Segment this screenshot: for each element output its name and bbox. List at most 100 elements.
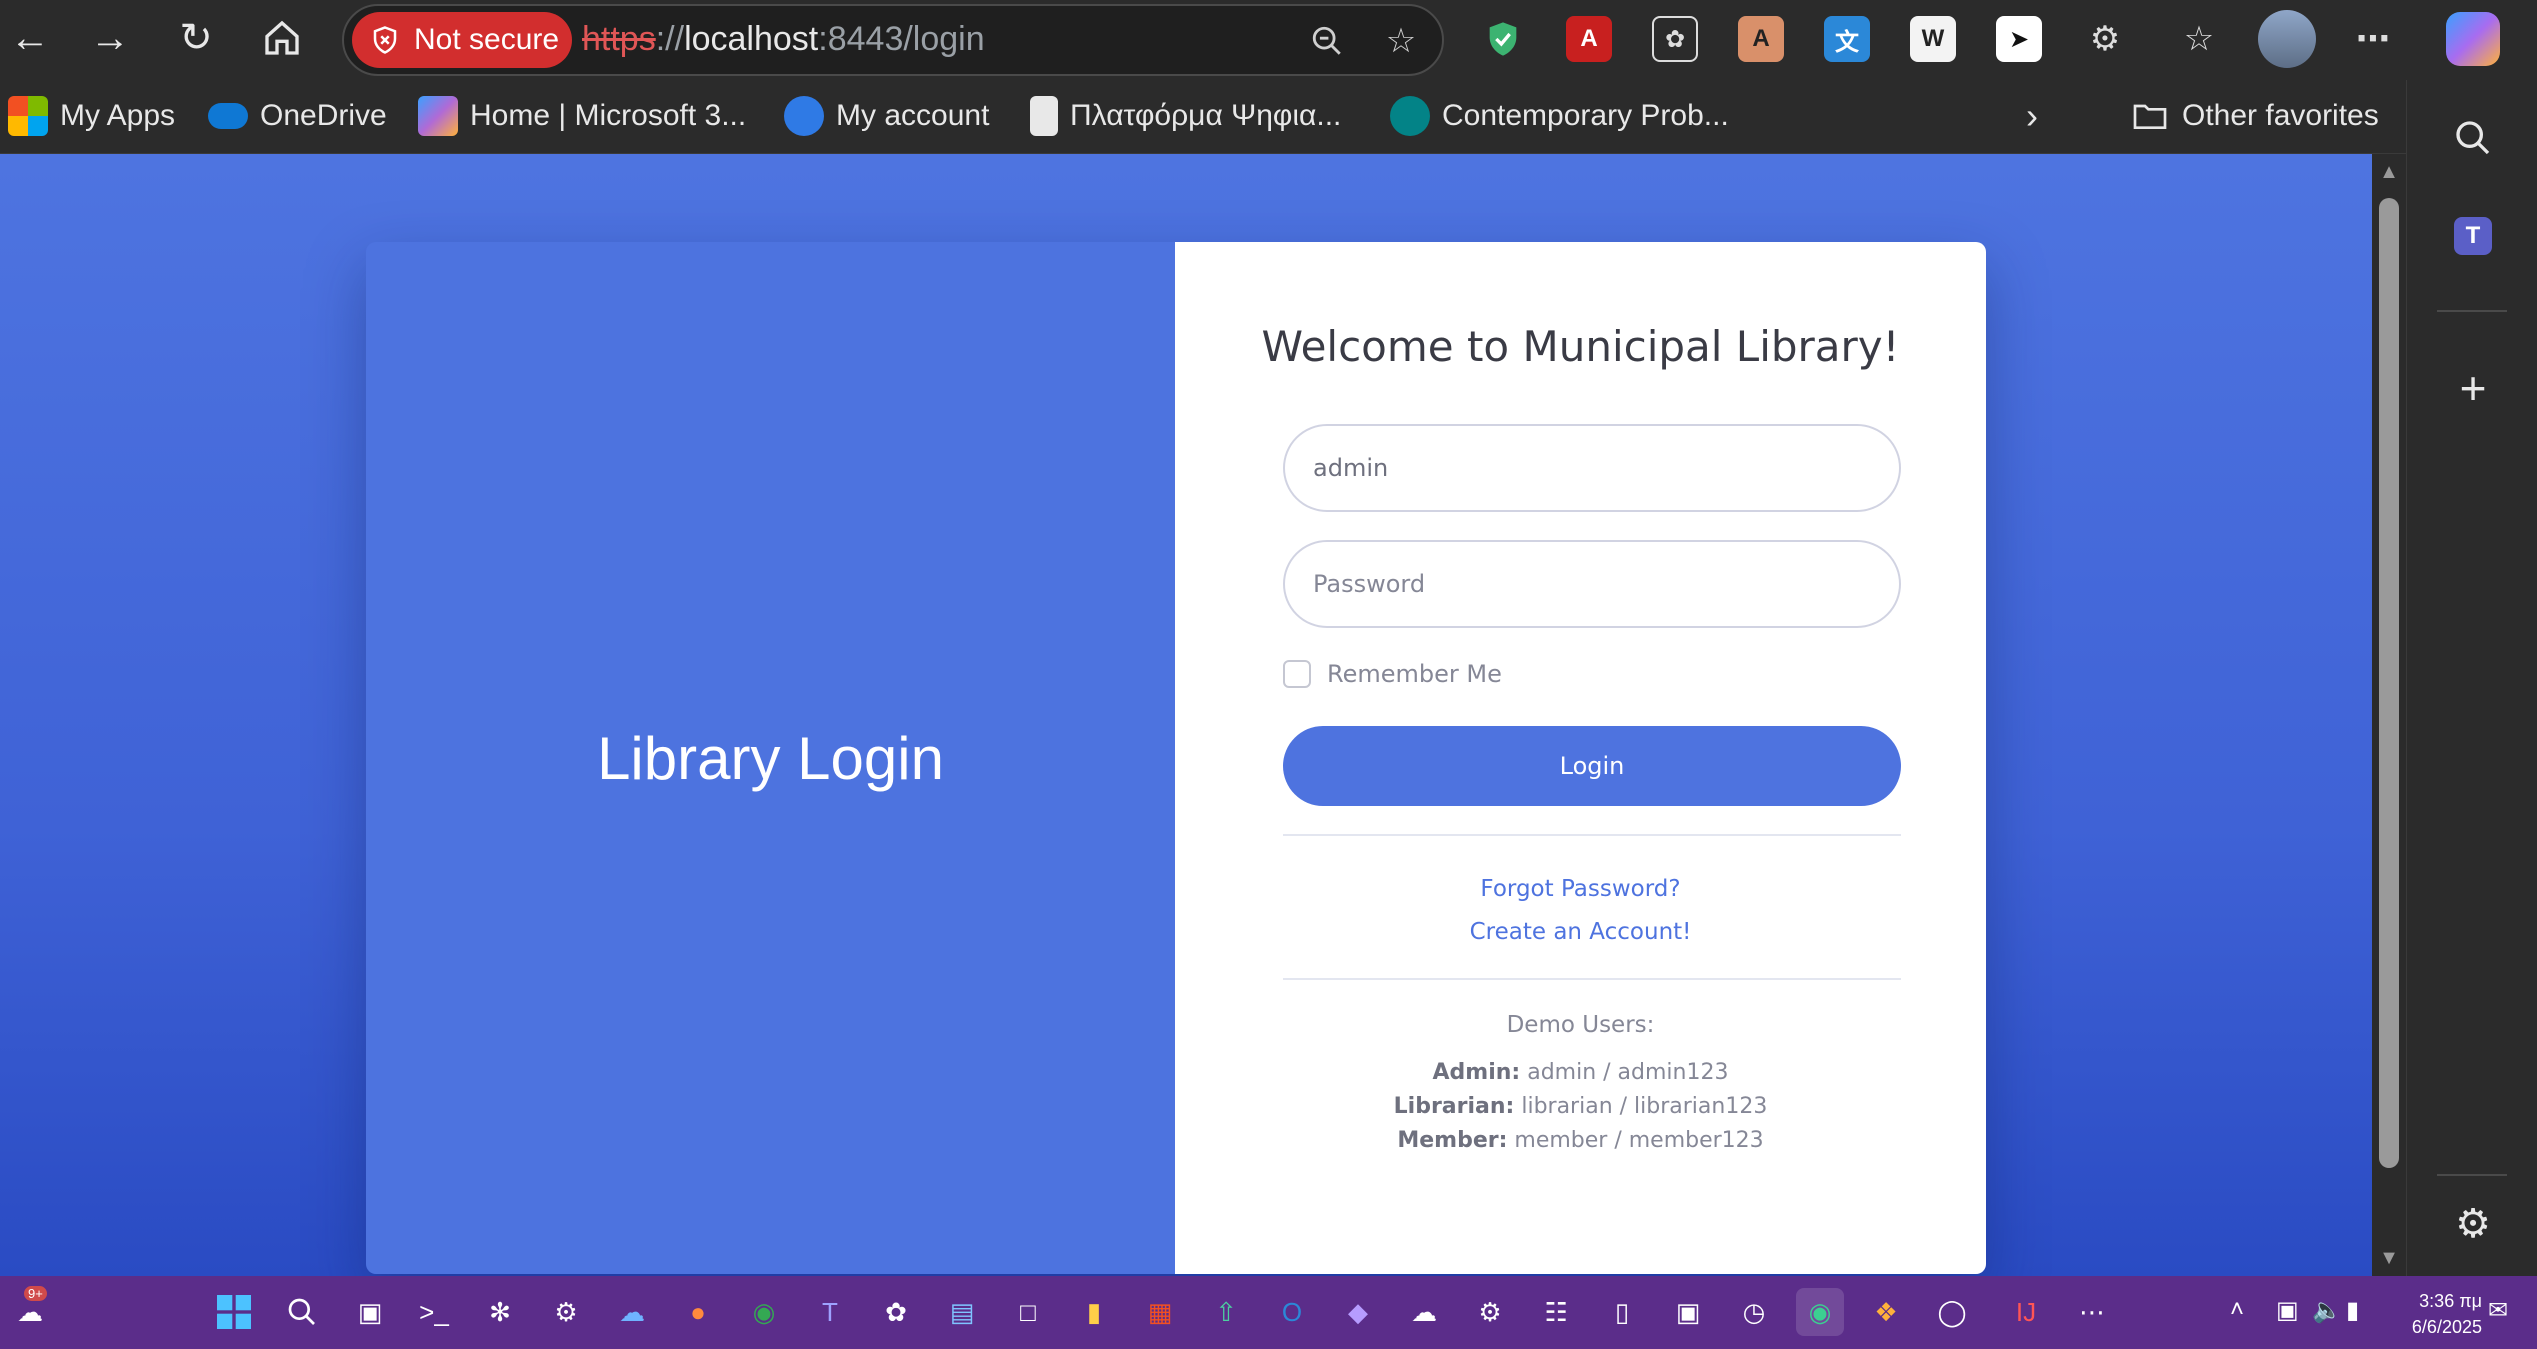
password-input[interactable] bbox=[1283, 540, 1901, 628]
system-clock[interactable]: 3:36 πμ 6/6/2025 bbox=[2382, 1288, 2482, 1340]
taskbar: ☁ 9+ ▣ >_ ✻ ⚙ ☁ ● ◉ T ✿ ▤ □ ▮ ▦ ⇧ O ◆ ☁ … bbox=[0, 1276, 2537, 1349]
add-icon[interactable]: + bbox=[2445, 360, 2501, 416]
battery-icon[interactable]: ▮ bbox=[2346, 1296, 2359, 1325]
demo-users-heading: Demo Users: bbox=[1506, 1012, 1655, 1038]
refresh-icon[interactable]: ↻ bbox=[166, 8, 226, 68]
demo-user-admin: Admin: admin / admin123 bbox=[1432, 1060, 1729, 1085]
word-extension-icon[interactable]: W bbox=[1910, 16, 1956, 62]
m365-icon[interactable]: ❖ bbox=[1862, 1288, 1910, 1336]
profile-avatar[interactable] bbox=[2258, 10, 2316, 68]
forgot-password-link[interactable]: Forgot Password? bbox=[1175, 876, 1986, 902]
forward-icon[interactable]: → bbox=[80, 8, 140, 68]
scroll-up-icon[interactable]: ▲ bbox=[2377, 160, 2401, 184]
not-secure-badge[interactable]: Not secure bbox=[352, 12, 572, 68]
scrollbar-thumb[interactable] bbox=[2379, 198, 2399, 1168]
create-account-link[interactable]: Create an Account! bbox=[1175, 919, 1986, 945]
teams-icon[interactable]: T bbox=[806, 1288, 854, 1336]
task-view-icon[interactable]: ▣ bbox=[346, 1288, 394, 1336]
login-button[interactable]: Login bbox=[1283, 726, 1901, 806]
file-explorer-icon[interactable]: ▮ bbox=[1070, 1288, 1118, 1336]
home-icon[interactable] bbox=[252, 8, 312, 68]
start-windows-icon[interactable] bbox=[210, 1288, 258, 1336]
send-extension-icon[interactable]: ➤ bbox=[1996, 16, 2042, 62]
network-icon[interactable]: ▣ bbox=[2276, 1296, 2299, 1325]
edge-browser-icon[interactable]: ◉ bbox=[1796, 1288, 1844, 1336]
platform-icon bbox=[1030, 96, 1058, 136]
remember-me[interactable]: Remember Me bbox=[1283, 660, 1502, 688]
favorite-item-my-apps[interactable]: My Apps bbox=[8, 90, 175, 142]
chevron-right-icon[interactable]: › bbox=[2026, 90, 2038, 142]
chatgpt-extension-icon[interactable]: ✿ bbox=[1652, 16, 1698, 62]
page-scrollbar[interactable]: ▲ ▼ bbox=[2372, 154, 2406, 1276]
intellij-icon[interactable]: IJ bbox=[2002, 1288, 2050, 1336]
volume-icon[interactable]: 🔈 bbox=[2312, 1296, 2342, 1325]
chrome-icon[interactable]: ◉ bbox=[740, 1288, 788, 1336]
cloud-icon[interactable]: ☁ bbox=[1400, 1288, 1448, 1336]
text-extension-icon[interactable]: A bbox=[1738, 16, 1784, 62]
scroll-down-icon[interactable]: ▼ bbox=[2377, 1246, 2401, 1270]
window-icon[interactable]: □ bbox=[1004, 1288, 1052, 1336]
demo-user-librarian: Librarian: librarian / librarian123 bbox=[1393, 1094, 1768, 1119]
microsoft365-icon bbox=[418, 96, 458, 136]
pdf-extension-icon[interactable]: A bbox=[1566, 16, 1612, 62]
more-menu-icon[interactable]: ⋯ bbox=[2350, 16, 2396, 62]
app-icon[interactable]: ◯ bbox=[1928, 1288, 1976, 1336]
microsoft-apps-icon bbox=[8, 96, 48, 136]
shield-warning-icon bbox=[373, 26, 397, 54]
page-viewport: Library Login Welcome to Municipal Libra… bbox=[0, 154, 2372, 1276]
onedrive-icon bbox=[208, 103, 248, 129]
favorite-item-my-account[interactable]: My account bbox=[784, 90, 989, 142]
notepad-icon[interactable]: ▤ bbox=[938, 1288, 986, 1336]
outlook-icon[interactable]: O bbox=[1268, 1288, 1316, 1336]
browser-toolbar: ← → ↻ Not secure https://localhost:8443/… bbox=[0, 0, 2537, 80]
notification-bell-icon[interactable]: ✉ bbox=[2488, 1296, 2508, 1325]
divider bbox=[1283, 978, 1901, 980]
shield-extension-icon[interactable] bbox=[1480, 16, 1526, 62]
save-disk-icon[interactable]: ▣ bbox=[1664, 1288, 1712, 1336]
sidebar-divider bbox=[2437, 310, 2507, 312]
chatgpt-icon[interactable]: ✿ bbox=[872, 1288, 920, 1336]
copilot-icon[interactable] bbox=[2446, 12, 2500, 66]
settings-gear-icon[interactable]: ⚙ bbox=[1466, 1288, 1514, 1336]
folder-icon bbox=[2133, 104, 2167, 129]
chevron-up-icon[interactable]: ˄ bbox=[2230, 1296, 2244, 1324]
clock-app-icon[interactable]: ◷ bbox=[1730, 1288, 1778, 1336]
favorite-item-platform[interactable]: Πλατφόρμα Ψηφια... bbox=[1030, 90, 1341, 142]
settings-gear-icon[interactable]: ⚙ bbox=[2445, 1196, 2501, 1252]
search-icon[interactable] bbox=[278, 1288, 326, 1336]
back-icon[interactable]: ← bbox=[0, 8, 60, 68]
favorites-list-icon[interactable]: ☆ bbox=[2176, 16, 2222, 62]
calculator-icon[interactable]: ☷ bbox=[1532, 1288, 1580, 1336]
translate-extension-icon[interactable]: 文 bbox=[1824, 16, 1870, 62]
url-text[interactable]: https://localhost:8443/login bbox=[582, 20, 985, 59]
other-favorites-folder[interactable]: Other favorites bbox=[2130, 90, 2379, 142]
remember-me-label: Remember Me bbox=[1327, 660, 1502, 688]
username-input[interactable] bbox=[1283, 424, 1901, 512]
firefox-icon[interactable]: ● bbox=[674, 1288, 722, 1336]
more-apps-icon[interactable]: ⋯ bbox=[2068, 1288, 2116, 1336]
installer-icon[interactable]: ⚙ bbox=[542, 1288, 590, 1336]
safari-icon[interactable]: ✻ bbox=[476, 1288, 524, 1336]
zoom-out-icon[interactable] bbox=[1302, 16, 1352, 66]
terminal-icon[interactable]: >_ bbox=[410, 1288, 458, 1336]
favorite-item-onedrive[interactable]: OneDrive bbox=[208, 90, 387, 142]
store-icon[interactable]: ▦ bbox=[1136, 1288, 1184, 1336]
browser-sidebar: T + ⚙ bbox=[2406, 80, 2537, 1276]
upload-icon[interactable]: ⇧ bbox=[1202, 1288, 1250, 1336]
demo-user-member: Member: member / member123 bbox=[1397, 1128, 1764, 1153]
teams-icon[interactable]: T bbox=[2445, 208, 2501, 264]
remember-me-checkbox[interactable] bbox=[1283, 660, 1311, 688]
side-title: Library Login bbox=[597, 724, 944, 792]
extensions-puzzle-icon[interactable]: ⚙ bbox=[2082, 16, 2128, 62]
address-bar[interactable]: Not secure https://localhost:8443/login … bbox=[342, 4, 1444, 76]
visual-studio-icon[interactable]: ◆ bbox=[1334, 1288, 1382, 1336]
login-form-panel: Welcome to Municipal Library! Remember M… bbox=[1175, 242, 1986, 1274]
weather-badge: 9+ bbox=[24, 1286, 47, 1301]
clock-time: 3:36 πμ bbox=[2419, 1291, 2482, 1311]
favorite-item-contemporary[interactable]: Contemporary Prob... bbox=[1390, 90, 1729, 142]
search-icon[interactable] bbox=[2445, 110, 2501, 166]
document-icon[interactable]: ▯ bbox=[1598, 1288, 1646, 1336]
onedrive-icon[interactable]: ☁ bbox=[608, 1288, 656, 1336]
favorite-star-icon[interactable]: ☆ bbox=[1376, 16, 1426, 66]
favorite-item-microsoft365[interactable]: Home | Microsoft 3... bbox=[418, 90, 746, 142]
